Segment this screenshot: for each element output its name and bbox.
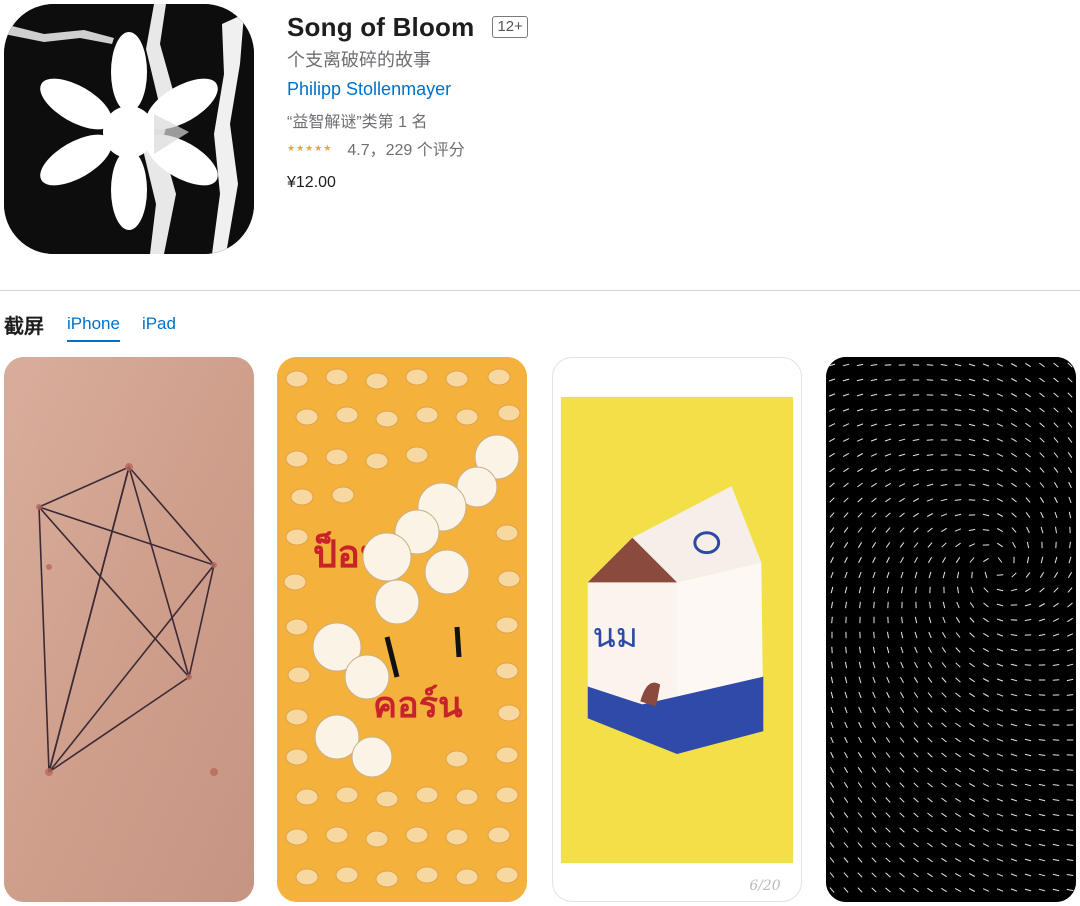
star-icon: ★ bbox=[305, 143, 314, 153]
rating-row: ★ ★ ★ ★ ★ 4.7，229 个评分 bbox=[287, 136, 528, 160]
milk-carton-image: นม 6/20 bbox=[553, 359, 801, 900]
age-rating-badge: 12+ bbox=[492, 16, 528, 38]
app-subtitle: 个支离破碎的故事 bbox=[287, 50, 431, 70]
dot-field-image bbox=[826, 357, 1076, 902]
svg-text:6/20: 6/20 bbox=[749, 878, 780, 894]
title-row: Song of Bloom 12+ bbox=[287, 10, 528, 44]
star-icon: ★ bbox=[296, 143, 305, 153]
tab-ipad[interactable]: iPad bbox=[142, 314, 176, 342]
app-store-page: Song of Bloom 12+ 个支离破碎的故事 Philipp Stoll… bbox=[0, 0, 1080, 906]
svg-text:นม: นม bbox=[593, 616, 638, 655]
tab-iphone[interactable]: iPhone bbox=[67, 314, 120, 342]
rating-text: 4.7，229 个评分 bbox=[347, 142, 465, 159]
star-icon: ★ bbox=[323, 143, 332, 153]
developer-link[interactable]: Philipp Stollenmayer bbox=[287, 76, 528, 102]
stitched-skin-image bbox=[4, 357, 254, 902]
app-info: Song of Bloom 12+ 个支离破碎的故事 Philipp Stoll… bbox=[287, 10, 528, 194]
star-icon: ★ bbox=[287, 143, 296, 153]
section-divider bbox=[0, 290, 1080, 291]
popcorn-image: ป็อป คอร์น bbox=[277, 357, 527, 902]
star-rating: ★ ★ ★ ★ ★ bbox=[287, 143, 331, 153]
screenshots-heading: 截屏 bbox=[4, 316, 44, 338]
device-tabs: iPhone iPad bbox=[67, 314, 176, 342]
torn-paper-flower-icon bbox=[4, 4, 254, 254]
app-icon bbox=[4, 4, 254, 254]
app-title: Song of Bloom bbox=[287, 11, 475, 42]
screenshot-1[interactable] bbox=[4, 357, 254, 902]
svg-text:คอร์น: คอร์น bbox=[373, 684, 463, 726]
screenshot-3[interactable]: นม 6/20 bbox=[552, 357, 802, 902]
star-icon: ★ bbox=[314, 143, 323, 153]
price[interactable]: ¥12.00 bbox=[287, 172, 528, 194]
screenshot-2[interactable]: ป็อป คอร์น bbox=[277, 357, 527, 902]
category-rank: “益智解谜”类第 1 名 bbox=[287, 114, 428, 131]
screenshot-4[interactable] bbox=[826, 357, 1076, 902]
